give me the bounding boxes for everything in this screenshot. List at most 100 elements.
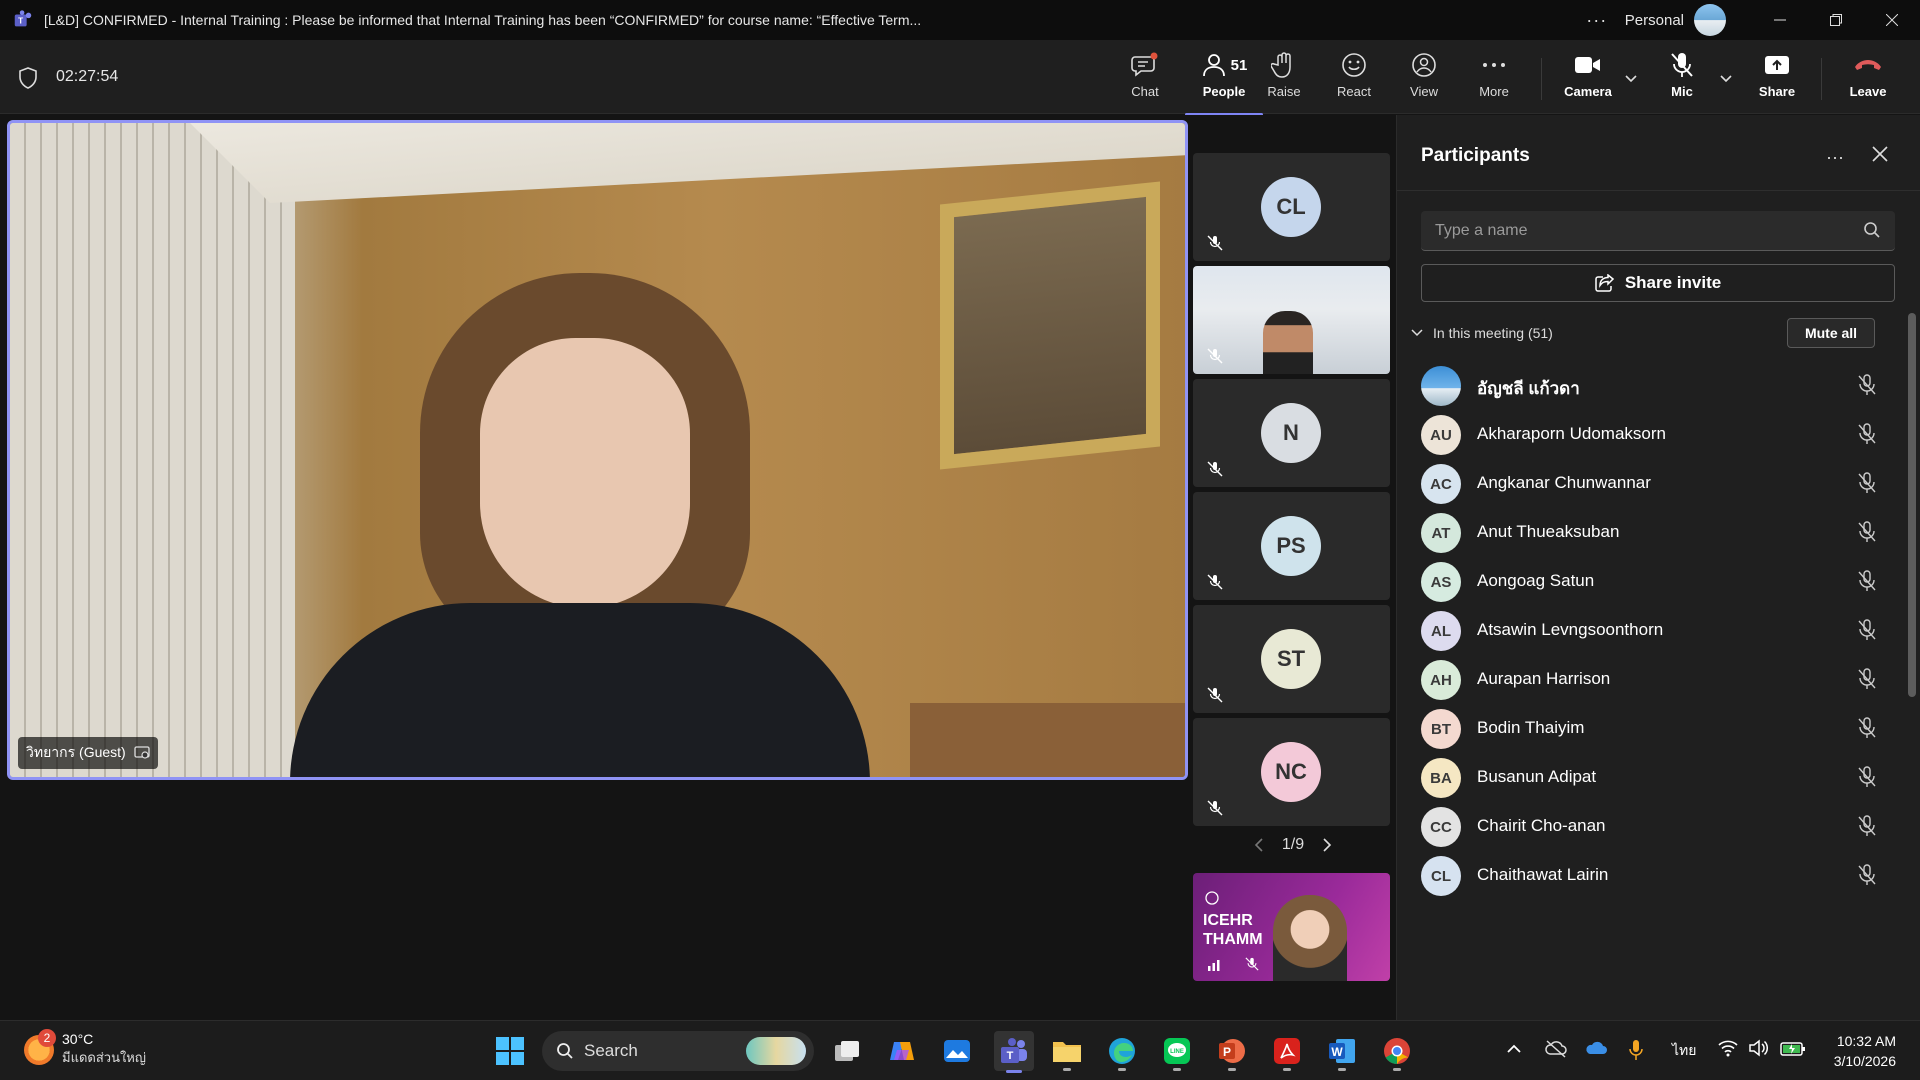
mic-off-icon <box>1858 570 1876 591</box>
gallery-tile[interactable]: CL <box>1193 153 1390 261</box>
participant-row[interactable]: AL Atsawin Levngsoonthorn <box>1397 605 1907 654</box>
start-button[interactable] <box>492 1033 528 1069</box>
weather-badge: 2 <box>38 1028 56 1047</box>
participant-row[interactable]: CL Chaithawat Lairin <box>1397 850 1907 899</box>
raise-hand-button[interactable]: Raise <box>1252 50 1316 108</box>
gallery-avatar: N <box>1261 403 1321 463</box>
view-button[interactable]: View <box>1392 50 1456 108</box>
chevron-left-icon[interactable] <box>1254 838 1264 852</box>
panel-more-button[interactable]: ··· <box>1826 147 1844 168</box>
mic-button[interactable]: Mic <box>1650 50 1714 108</box>
self-view-tile[interactable]: ICEHR THAMM <box>1193 873 1390 981</box>
mic-off-icon <box>1671 53 1693 77</box>
chevron-right-icon[interactable] <box>1322 838 1332 852</box>
close-icon[interactable] <box>1871 145 1889 163</box>
folder-icon <box>1053 1042 1081 1062</box>
more-button[interactable]: More <box>1462 50 1526 108</box>
participant-name: Akharaporn Udomaksorn <box>1477 424 1666 443</box>
mic-options-chevron-icon[interactable] <box>1719 74 1733 84</box>
chat-icon <box>1131 52 1158 77</box>
mic-off-icon <box>1207 687 1223 703</box>
running-indicator <box>1118 1068 1126 1071</box>
chrome-button[interactable] <box>1379 1033 1415 1071</box>
svg-text:T: T <box>1007 1050 1014 1062</box>
participant-row[interactable]: อัญชลี แก้วดา <box>1397 360 1907 409</box>
gallery-tile[interactable]: ST <box>1193 605 1390 713</box>
battery-charging-icon[interactable] <box>1780 1039 1806 1057</box>
powerpoint-icon: P <box>1219 1039 1245 1063</box>
close-window-button[interactable] <box>1864 0 1920 40</box>
system-clock[interactable]: 10:32 AM 3/10/2026 <box>1822 1031 1896 1071</box>
volume-icon[interactable] <box>1748 1039 1768 1057</box>
participant-name: อัญชลี แก้วดา <box>1477 379 1580 398</box>
word-button[interactable]: W <box>1324 1033 1360 1071</box>
weather-widget[interactable]: 2 30°C มีแดดส่วนใหญ่ <box>24 1028 146 1068</box>
speaker-name: วิทยากร (Guest) <box>26 744 126 760</box>
gallery-tile[interactable]: NC <box>1193 718 1390 826</box>
search-input[interactable] <box>1435 211 1835 251</box>
participant-row[interactable]: AU Akharaporn Udomaksorn <box>1397 409 1907 458</box>
title-bar: T [L&D] CONFIRMED - Internal Training : … <box>0 0 1920 40</box>
account-label[interactable]: Personal <box>1625 12 1684 29</box>
mic-off-icon <box>1245 957 1259 971</box>
camera-button[interactable]: Camera <box>1554 50 1622 108</box>
camera-options-chevron-icon[interactable] <box>1624 74 1638 84</box>
account-avatar[interactable] <box>1694 4 1726 36</box>
participant-row[interactable]: CC Chairit Cho-anan <box>1397 801 1907 850</box>
microphone-icon[interactable] <box>1628 1039 1644 1061</box>
gallery-tile[interactable]: N <box>1193 379 1390 487</box>
pager-label: 1/9 <box>1281 836 1305 853</box>
mic-off-icon <box>1858 619 1876 640</box>
restore-button[interactable] <box>1808 0 1864 40</box>
participant-row[interactable]: BT Bodin Thaiyim <box>1397 703 1907 752</box>
mic-label: Mic <box>1671 84 1693 99</box>
participant-search[interactable] <box>1421 211 1895 251</box>
input-language[interactable]: ไทย <box>1672 1040 1696 1062</box>
in-meeting-header[interactable]: In this meeting (51) <box>1411 325 1553 341</box>
search-icon <box>1864 222 1880 238</box>
cloud-off-icon[interactable] <box>1545 1039 1567 1059</box>
more-options-button[interactable]: ··· <box>1577 10 1617 31</box>
running-indicator <box>1228 1068 1236 1071</box>
participant-row[interactable]: AS Aongoag Satun <box>1397 556 1907 605</box>
leave-button[interactable]: Leave <box>1836 50 1900 108</box>
gallery-tile-video[interactable] <box>1193 266 1390 374</box>
photos-app-button[interactable] <box>939 1033 975 1069</box>
main-video[interactable]: วิทยากร (Guest) <box>7 120 1188 780</box>
camera-icon <box>1575 57 1600 73</box>
mute-all-button[interactable]: Mute all <box>1787 318 1875 348</box>
promo-background-text: ICEHR THAMM <box>1203 912 1263 948</box>
line-app-button[interactable]: LINE <box>1159 1033 1195 1071</box>
taskbar-search[interactable]: Search <box>542 1031 814 1071</box>
onedrive-icon[interactable] <box>1585 1039 1607 1057</box>
react-button[interactable]: React <box>1322 50 1386 108</box>
participant-name: Aongoag Satun <box>1477 571 1595 590</box>
participant-row[interactable]: AT Anut Thueaksuban <box>1397 507 1907 556</box>
copilot-button[interactable] <box>884 1033 920 1069</box>
minimize-button[interactable] <box>1752 0 1808 40</box>
copilot-icon <box>890 1042 914 1060</box>
panel-scrollbar[interactable] <box>1908 313 1916 697</box>
edge-button[interactable] <box>1104 1033 1140 1071</box>
participant-row[interactable]: BA Busanun Adipat <box>1397 752 1907 801</box>
more-dots-icon <box>1483 63 1505 67</box>
chevron-up-icon[interactable] <box>1506 1043 1522 1055</box>
powerpoint-button[interactable]: P <box>1214 1033 1250 1071</box>
chat-button[interactable]: Chat <box>1113 50 1177 108</box>
wifi-icon[interactable] <box>1718 1039 1738 1057</box>
file-explorer-button[interactable] <box>1049 1033 1085 1071</box>
mic-off-icon <box>1858 668 1876 689</box>
participant-row[interactable]: AH Aurapan Harrison <box>1397 654 1907 703</box>
teams-taskbar-button[interactable]: T <box>994 1031 1034 1073</box>
share-invite-button[interactable]: Share invite <box>1421 264 1895 302</box>
participant-row[interactable]: AC Angkanar Chunwannar <box>1397 458 1907 507</box>
task-view-button[interactable] <box>829 1033 865 1069</box>
gallery-tile[interactable]: PS <box>1193 492 1390 600</box>
teams-icon: T <box>1001 1038 1027 1063</box>
acrobat-button[interactable] <box>1269 1033 1305 1071</box>
share-invite-label: Share invite <box>1624 273 1722 292</box>
share-button[interactable]: Share <box>1745 50 1809 108</box>
participant-avatar: AS <box>1421 562 1461 602</box>
participant-avatar: AC <box>1421 464 1461 504</box>
speaker-name-tag: วิทยากร (Guest) <box>18 737 158 769</box>
